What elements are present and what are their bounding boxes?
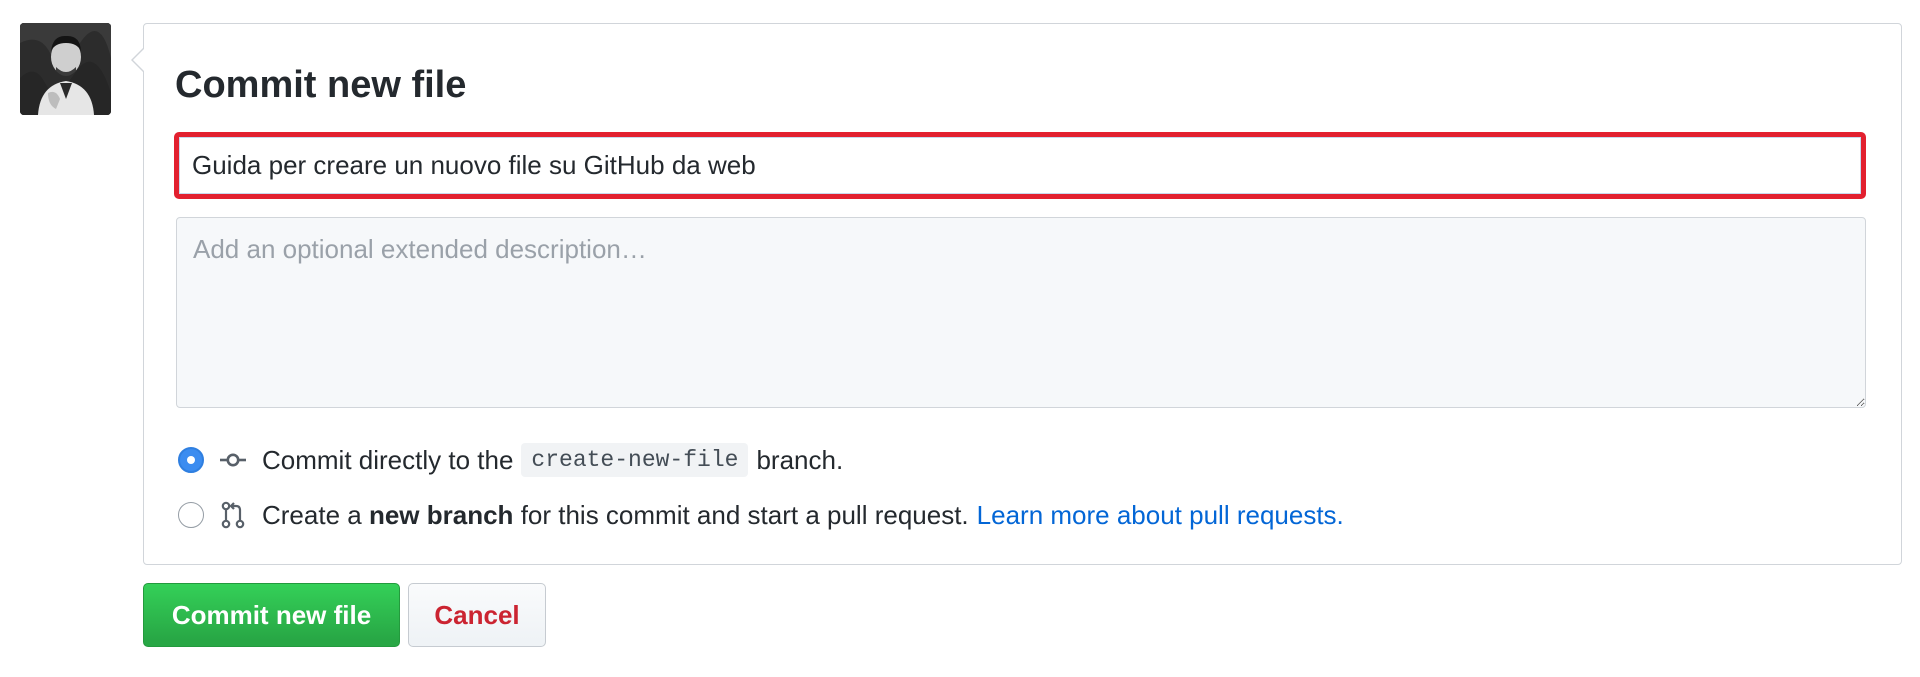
- new-branch-bold-text: new branch: [368, 499, 514, 530]
- branch-name: create-new-file: [521, 443, 749, 477]
- commit-form-box: Commit new file Commit directly to the c…: [131, 23, 1902, 565]
- commit-direct-option[interactable]: Commit directly to the create-new-file b…: [178, 440, 843, 480]
- commit-direct-text-before: Commit directly to the: [262, 444, 514, 475]
- cancel-button[interactable]: Cancel: [408, 583, 546, 647]
- git-pull-request-icon: [218, 500, 248, 530]
- avatar[interactable]: [20, 23, 111, 115]
- new-branch-text-after: for this commit and start a pull request…: [520, 499, 969, 530]
- user-avatar-photo: [20, 23, 111, 115]
- commit-page: Commit new file Commit directly to the c…: [0, 0, 1920, 677]
- learn-more-pull-requests-link[interactable]: Learn more about pull requests.: [977, 500, 1344, 531]
- commit-form-title: Commit new file: [175, 64, 467, 106]
- git-commit-icon: [218, 445, 248, 475]
- commit-direct-text-after: branch.: [756, 444, 844, 475]
- new-branch-text-before: Create a: [262, 499, 362, 530]
- commit-new-file-button[interactable]: Commit new file: [143, 583, 400, 647]
- speech-caret-fill: [133, 48, 145, 72]
- commit-direct-radio[interactable]: [178, 447, 204, 473]
- commit-description-textarea[interactable]: [176, 217, 1866, 408]
- new-branch-radio[interactable]: [178, 502, 204, 528]
- commit-summary-input[interactable]: [174, 132, 1866, 199]
- new-branch-option[interactable]: Create a new branch for this commit and …: [178, 495, 1344, 535]
